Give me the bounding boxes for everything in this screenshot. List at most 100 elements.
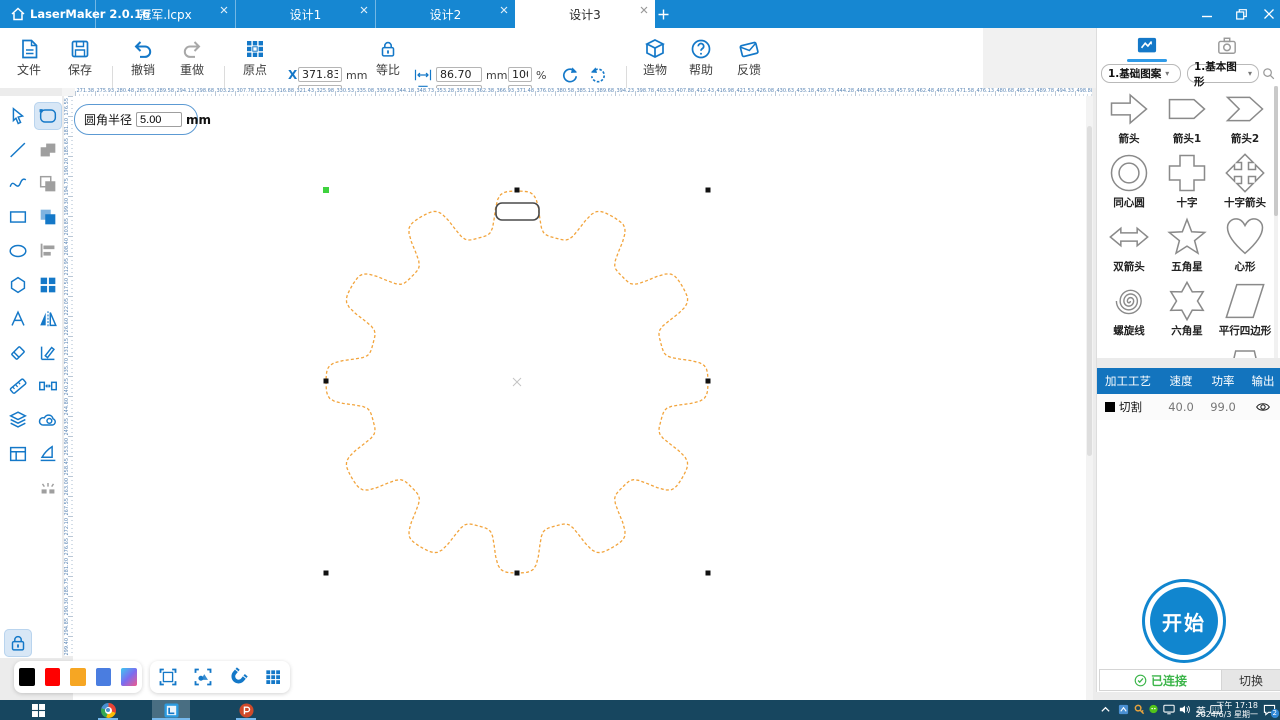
document-tab[interactable]: 设计1 (235, 0, 375, 28)
selection-handle[interactable] (515, 571, 520, 576)
home-icon[interactable] (10, 6, 26, 22)
library-shape-partial[interactable] (1158, 342, 1216, 358)
frame-select-icon[interactable] (158, 667, 178, 687)
help-button[interactable]: 帮助 (680, 37, 722, 78)
maximize-button[interactable] (1226, 0, 1256, 28)
document-tab-active[interactable]: 设计3 (515, 0, 655, 28)
redo-button[interactable]: 重做 (171, 37, 213, 78)
tab-close-icon[interactable] (640, 6, 648, 14)
selection-handle[interactable] (324, 571, 329, 576)
layout-tool[interactable] (4, 440, 32, 468)
new-tab-button[interactable] (658, 9, 669, 20)
minimize-button[interactable] (1192, 0, 1222, 28)
origin-button[interactable]: 原点 (234, 37, 276, 78)
text-tool[interactable] (4, 305, 32, 333)
rotate-cw-icon[interactable] (588, 65, 608, 85)
tray-key-icon[interactable] (1134, 704, 1145, 715)
library-shape-cross-arrow[interactable]: 十字箭头 (1216, 150, 1274, 214)
tab-shape-library[interactable] (1127, 36, 1167, 62)
selected-slot-shape[interactable] (496, 203, 539, 220)
library-shape-concentric[interactable]: 同心圆 (1100, 150, 1158, 214)
drawing-canvas[interactable] (73, 96, 1086, 700)
save-button[interactable]: 保存 (59, 37, 101, 78)
create-button[interactable]: 造物 (634, 37, 676, 78)
ratio-lock-button[interactable]: 等比 (368, 37, 408, 78)
start-button[interactable]: 开始 (1142, 579, 1226, 663)
selection-handle[interactable] (706, 379, 711, 384)
tray-expand-icon[interactable] (1100, 704, 1111, 715)
fit-selection-icon[interactable] (193, 667, 213, 687)
library-shape-arrow1[interactable]: 箭头1 (1158, 86, 1216, 150)
lasermaker-taskbar-button[interactable] (152, 700, 190, 720)
tab-close-icon[interactable] (500, 6, 508, 14)
polygon-tool[interactable] (4, 271, 32, 299)
color-swatch-black[interactable] (19, 668, 35, 686)
close-button[interactable] (1254, 0, 1280, 28)
library-shape-partial[interactable] (1100, 342, 1158, 358)
file-button[interactable]: 文件 (8, 37, 50, 78)
layers-tool[interactable] (4, 406, 32, 434)
x-position-input[interactable] (298, 67, 342, 82)
color-swatch-gradient[interactable] (121, 668, 137, 686)
pattern-category-dropdown[interactable]: 1.基础图案▾ (1101, 64, 1181, 83)
ruler-tool[interactable] (4, 372, 32, 400)
scrollbar-thumb[interactable] (1087, 126, 1092, 456)
document-tab[interactable]: 设计2 (375, 0, 515, 28)
library-shape-cross[interactable]: 十字 (1158, 150, 1216, 214)
mirror-tool[interactable] (34, 305, 62, 333)
selection-handle[interactable] (706, 571, 711, 576)
library-shape-parallelogram[interactable]: 平行四边形 (1216, 278, 1274, 342)
intersect-tool[interactable] (34, 203, 62, 231)
pen-tool[interactable] (34, 440, 62, 468)
undo-button[interactable]: 撤销 (122, 37, 164, 78)
subtract-tool[interactable] (34, 170, 62, 198)
tray-app-icon[interactable] (1118, 704, 1129, 715)
feedback-button[interactable]: 反馈 (728, 37, 770, 78)
document-tab[interactable]: 冠军.lcpx (95, 0, 235, 28)
break-tool[interactable] (34, 474, 62, 502)
eraser-tool[interactable] (4, 339, 32, 367)
ellipse-tool[interactable] (4, 237, 32, 265)
tray-messenger-icon[interactable] (1148, 704, 1159, 715)
library-shape-star6[interactable]: 六角星 (1158, 278, 1216, 342)
selection-handle[interactable] (324, 379, 329, 384)
canvas-scrollbar[interactable] (1086, 96, 1093, 700)
library-shape-spiral[interactable]: 螺旋线 (1100, 278, 1158, 342)
output-eye-icon[interactable] (1255, 400, 1271, 414)
width-percent-input[interactable] (508, 67, 532, 82)
library-shape-partial[interactable] (1216, 342, 1274, 358)
search-icon[interactable] (1261, 66, 1276, 81)
color-swatch-red[interactable] (45, 668, 61, 686)
library-shape-star5[interactable]: 五角星 (1158, 214, 1216, 278)
library-scrollbar[interactable] (1274, 86, 1278, 358)
speed-value[interactable]: 40.0 (1161, 400, 1201, 414)
start-menu-button[interactable] (26, 700, 50, 720)
rotate-ccw-icon[interactable] (560, 65, 580, 85)
corner-measure-tool[interactable] (34, 339, 62, 367)
selection-handle-origin[interactable] (323, 187, 329, 193)
select-tool[interactable] (4, 102, 32, 130)
curve-tool[interactable] (4, 170, 32, 198)
shape-category-dropdown[interactable]: 1.基本图形▾ (1187, 64, 1259, 83)
line-tool[interactable] (4, 136, 32, 164)
tab-close-icon[interactable] (360, 6, 368, 14)
fillet-radius-input[interactable] (136, 112, 182, 127)
fillet-tool[interactable] (34, 102, 62, 130)
color-swatch-orange[interactable] (70, 668, 86, 686)
browser-taskbar-button[interactable] (96, 700, 120, 720)
tray-display-icon[interactable] (1163, 704, 1175, 715)
grid-toggle-icon[interactable] (263, 667, 283, 687)
taskbar-clock[interactable]: 下午 17:18 2024/6/3 星期一 (1196, 701, 1258, 719)
scrollbar-thumb[interactable] (1274, 86, 1278, 216)
lock-tool[interactable] (4, 629, 32, 657)
rectangle-tool[interactable] (4, 203, 32, 231)
group-tool[interactable] (34, 271, 62, 299)
library-shape-arrow2[interactable]: 箭头2 (1216, 86, 1274, 150)
tray-volume-icon[interactable] (1179, 704, 1191, 715)
color-swatch-blue[interactable] (96, 668, 112, 686)
align-tool[interactable] (34, 237, 62, 265)
power-value[interactable]: 99.0 (1201, 400, 1245, 414)
width-input[interactable] (436, 67, 482, 82)
library-shape-heart[interactable]: 心形 (1216, 214, 1274, 278)
distribute-tool[interactable] (34, 372, 62, 400)
